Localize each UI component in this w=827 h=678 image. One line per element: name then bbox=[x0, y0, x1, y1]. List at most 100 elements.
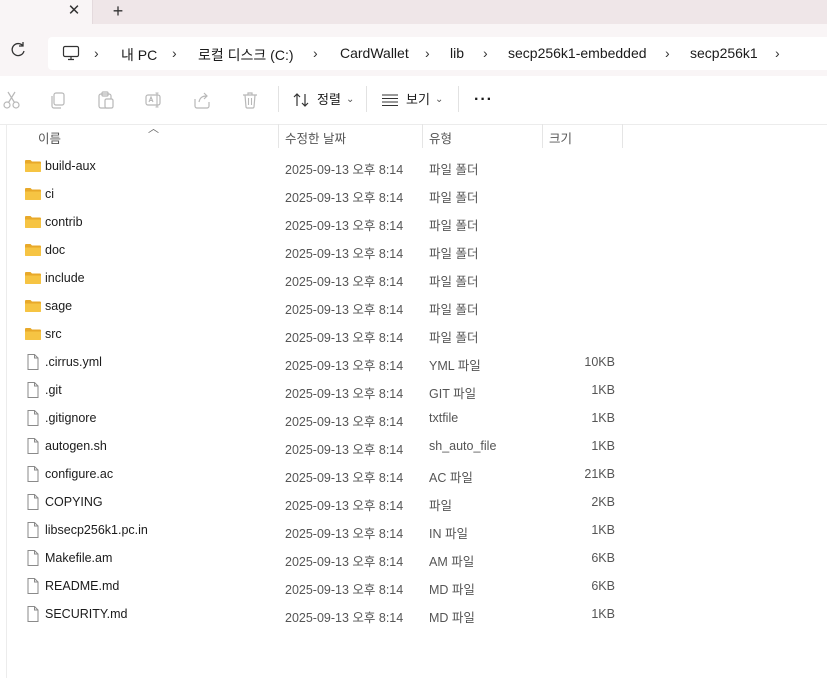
rename-icon[interactable] bbox=[144, 90, 164, 110]
chevron-right-icon[interactable]: › bbox=[665, 45, 670, 61]
address-bar[interactable]: › 내 PC › 로컬 디스크 (C:) › CardWallet › lib … bbox=[48, 37, 827, 70]
file-type: MD 파일 bbox=[429, 611, 475, 625]
breadcrumb-item-embedded[interactable]: secp256k1-embedded bbox=[508, 45, 647, 61]
file-type: IN 파일 bbox=[429, 527, 468, 541]
file-row[interactable]: .cirrus.yml 2025-09-13 오후 8:14 YML 파일 10KB bbox=[0, 348, 827, 376]
file-date: 2025-09-13 오후 8:14 bbox=[285, 163, 404, 177]
file-type: 파일 bbox=[429, 499, 453, 513]
file-row[interactable]: ci 2025-09-13 오후 8:14 파일 폴더 bbox=[0, 180, 827, 208]
column-header-date[interactable]: 수정한 날짜 bbox=[285, 128, 346, 147]
toolbar-divider bbox=[366, 86, 367, 112]
paste-icon[interactable] bbox=[96, 90, 116, 110]
file-row[interactable]: COPYING 2025-09-13 오후 8:14 파일 2KB bbox=[0, 488, 827, 516]
file-date: 2025-09-13 오후 8:14 bbox=[285, 443, 404, 457]
folder-icon bbox=[25, 244, 41, 256]
breadcrumb-item-secp256k1[interactable]: secp256k1 bbox=[690, 45, 758, 61]
file-type: AM 파일 bbox=[429, 555, 475, 569]
file-size: 6KB bbox=[591, 579, 615, 593]
toolbar-divider bbox=[458, 86, 459, 112]
chevron-right-icon[interactable]: › bbox=[775, 45, 780, 61]
close-tab-button[interactable]: ✕ bbox=[66, 2, 82, 20]
breadcrumb-item-pc[interactable]: 내 PC bbox=[121, 45, 157, 65]
folder-icon bbox=[25, 300, 41, 312]
column-resize-handle[interactable] bbox=[622, 124, 623, 148]
copy-icon[interactable] bbox=[48, 90, 68, 110]
file-size: 6KB bbox=[591, 551, 615, 565]
file-name: src bbox=[45, 327, 62, 341]
file-date: 2025-09-13 오후 8:14 bbox=[285, 555, 404, 569]
file-row[interactable]: build-aux 2025-09-13 오후 8:14 파일 폴더 bbox=[0, 152, 827, 180]
delete-icon[interactable] bbox=[240, 90, 260, 110]
file-size: 21KB bbox=[584, 467, 615, 481]
file-name: configure.ac bbox=[45, 467, 114, 481]
more-options-button[interactable]: ··· bbox=[474, 90, 493, 110]
file-row[interactable]: configure.ac 2025-09-13 오후 8:14 AC 파일 21KB bbox=[0, 460, 827, 488]
file-name: sage bbox=[45, 299, 73, 313]
chevron-right-icon[interactable]: › bbox=[425, 45, 430, 61]
file-row[interactable]: Makefile.am 2025-09-13 오후 8:14 AM 파일 6KB bbox=[0, 544, 827, 572]
column-resize-handle[interactable] bbox=[278, 124, 279, 148]
computer-icon bbox=[62, 45, 80, 61]
chevron-right-icon[interactable]: › bbox=[94, 45, 99, 61]
breadcrumb-item-drive[interactable]: 로컬 디스크 (C:) bbox=[198, 45, 294, 65]
command-bar: 정렬 ⌄ 보기 ⌄ ··· bbox=[0, 76, 827, 125]
file-name: .git bbox=[45, 383, 62, 397]
file-name: doc bbox=[45, 243, 66, 257]
column-resize-handle[interactable] bbox=[542, 124, 543, 148]
file-row[interactable]: include 2025-09-13 오후 8:14 파일 폴더 bbox=[0, 264, 827, 292]
file-size: 1KB bbox=[591, 607, 615, 621]
file-row[interactable]: contrib 2025-09-13 오후 8:14 파일 폴더 bbox=[0, 208, 827, 236]
column-header-row: ︿ 이름 수정한 날짜 유형 크기 bbox=[0, 123, 827, 148]
file-name: libsecp256k1.pc.in bbox=[45, 523, 148, 537]
column-resize-handle[interactable] bbox=[422, 124, 423, 148]
file-icon bbox=[27, 438, 39, 454]
view-list-icon bbox=[382, 94, 398, 107]
column-header-size[interactable]: 크기 bbox=[549, 128, 572, 147]
file-icon bbox=[27, 382, 39, 398]
file-type: 파일 폴더 bbox=[429, 247, 479, 261]
file-icon bbox=[27, 606, 39, 622]
folder-icon bbox=[25, 272, 41, 284]
file-type: 파일 폴더 bbox=[429, 163, 479, 177]
file-row[interactable]: .gitignore 2025-09-13 오후 8:14 txtfile 1KB bbox=[0, 404, 827, 432]
file-name: .gitignore bbox=[45, 411, 97, 425]
breadcrumb-item-lib[interactable]: lib bbox=[450, 45, 464, 61]
column-header-type[interactable]: 유형 bbox=[429, 128, 452, 147]
refresh-icon[interactable] bbox=[8, 40, 28, 60]
chevron-right-icon[interactable]: › bbox=[483, 45, 488, 61]
file-size: 1KB bbox=[591, 523, 615, 537]
file-name: Makefile.am bbox=[45, 551, 113, 565]
share-icon[interactable] bbox=[192, 90, 212, 110]
file-type: 파일 폴더 bbox=[429, 275, 479, 289]
file-type: 파일 폴더 bbox=[429, 303, 479, 317]
tab-current[interactable]: ✕ bbox=[0, 0, 93, 24]
file-row[interactable]: libsecp256k1.pc.in 2025-09-13 오후 8:14 IN 파… bbox=[0, 516, 827, 544]
file-type: GIT 파일 bbox=[429, 387, 477, 401]
file-date: 2025-09-13 오후 8:14 bbox=[285, 499, 404, 513]
file-row[interactable]: SECURITY.md 2025-09-13 오후 8:14 MD 파일 1KB bbox=[0, 600, 827, 628]
new-tab-button[interactable]: + bbox=[108, 1, 128, 21]
sort-label: 정렬 bbox=[317, 92, 341, 107]
address-row: › 내 PC › 로컬 디스크 (C:) › CardWallet › lib … bbox=[0, 24, 827, 76]
chevron-down-icon: ⌄ bbox=[435, 94, 444, 105]
file-date: 2025-09-13 오후 8:14 bbox=[285, 359, 404, 373]
file-row[interactable]: src 2025-09-13 오후 8:14 파일 폴더 bbox=[0, 320, 827, 348]
cut-icon[interactable] bbox=[2, 90, 22, 110]
file-row[interactable]: README.md 2025-09-13 오후 8:14 MD 파일 6KB bbox=[0, 572, 827, 600]
file-type: AC 파일 bbox=[429, 471, 473, 485]
file-type: 파일 폴더 bbox=[429, 331, 479, 345]
chevron-right-icon[interactable]: › bbox=[313, 45, 318, 61]
file-row[interactable]: sage 2025-09-13 오후 8:14 파일 폴더 bbox=[0, 292, 827, 320]
file-row[interactable]: autogen.sh 2025-09-13 오후 8:14 sh_auto_file… bbox=[0, 432, 827, 460]
folder-icon bbox=[25, 160, 41, 172]
folder-icon bbox=[25, 328, 41, 340]
file-date: 2025-09-13 오후 8:14 bbox=[285, 191, 404, 205]
file-date: 2025-09-13 오후 8:14 bbox=[285, 219, 404, 233]
chevron-right-icon[interactable]: › bbox=[172, 45, 177, 61]
file-type: sh_auto_file bbox=[429, 439, 497, 453]
file-row[interactable]: .git 2025-09-13 오후 8:14 GIT 파일 1KB bbox=[0, 376, 827, 404]
file-row[interactable]: doc 2025-09-13 오후 8:14 파일 폴더 bbox=[0, 236, 827, 264]
column-header-name[interactable]: 이름 bbox=[38, 128, 61, 147]
file-type: YML 파일 bbox=[429, 359, 481, 373]
breadcrumb-item-cardwallet[interactable]: CardWallet bbox=[340, 45, 409, 61]
